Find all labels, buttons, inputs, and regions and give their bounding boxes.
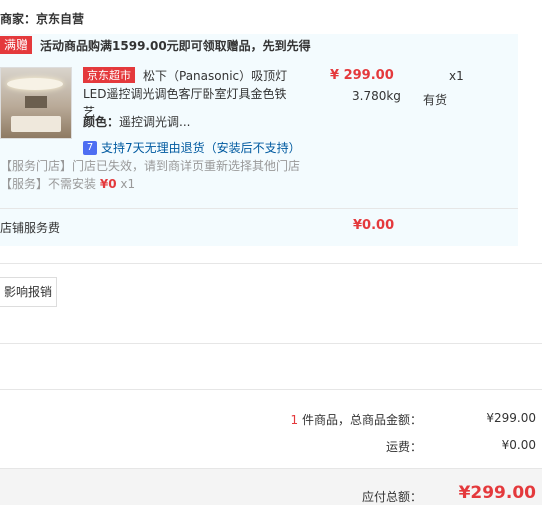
gift-promo-badge: 满赠 xyxy=(0,36,33,54)
product-quantity: x1 xyxy=(449,69,464,83)
service-store-notice: 【服务门店】门店已失效，请到商详页重新选择其他门店 xyxy=(0,159,301,173)
payable-total-label: 应付总额： xyxy=(361,490,422,504)
product-weight: 3.780kg xyxy=(352,89,401,103)
ceiling-lamp-shape xyxy=(7,78,63,90)
product-price: ¥ 299.00 xyxy=(330,68,394,83)
goods-total-value: ¥299.00 xyxy=(486,411,536,425)
goods-total-label: 1 件商品，总商品金额： xyxy=(290,413,422,427)
seven-day-return-icon: 7 xyxy=(83,140,97,155)
payable-total-value: ¥299.00 xyxy=(458,483,536,503)
color-label: 颜色： xyxy=(83,115,120,129)
promo-line: 满赠 活动商品购满1599.00元即可领取赠品，先到先得 xyxy=(0,36,311,54)
jd-supermarket-tag: 京东超市 xyxy=(83,67,135,83)
shop-name: 商家：京东自营 xyxy=(0,12,85,26)
wall-art-shape xyxy=(25,96,47,108)
promo-text[interactable]: 活动商品购满1599.00元即可领取赠品，先到先得 xyxy=(40,37,311,54)
shop-service-fee-label: 店铺服务费 xyxy=(0,221,61,235)
divider xyxy=(0,208,518,209)
shop-service-fee-value: ¥0.00 xyxy=(353,218,395,233)
color-value: 遥控调光调... xyxy=(119,115,191,129)
install-price: ¥0 xyxy=(99,177,117,191)
invoice-button[interactable]: 影响报销 xyxy=(0,277,57,307)
total-bar: 应付总额： ¥299.00 xyxy=(0,468,542,505)
divider xyxy=(0,263,542,264)
bed-shape xyxy=(11,116,61,132)
stock-status: 有货 xyxy=(423,93,448,107)
return-policy: 7 支持7天无理由退货（安装后不支持） xyxy=(83,139,301,156)
product-color: 颜色：遥控调光调... xyxy=(83,113,190,130)
install-service: 【服务】不需安装 ¥0 x1 xyxy=(0,177,136,191)
divider xyxy=(0,343,542,344)
divider xyxy=(0,389,542,390)
product-block: 满赠 活动商品购满1599.00元即可领取赠品，先到先得 松下（Panasoni… xyxy=(0,34,518,246)
item-count: 1 xyxy=(290,413,299,427)
install-qty: x1 xyxy=(120,177,136,191)
shipping-label: 运费： xyxy=(385,440,422,454)
product-image[interactable] xyxy=(0,67,72,139)
return-policy-text: 支持7天无理由退货（安装后不支持） xyxy=(101,141,301,155)
shipping-value: ¥0.00 xyxy=(501,438,536,452)
